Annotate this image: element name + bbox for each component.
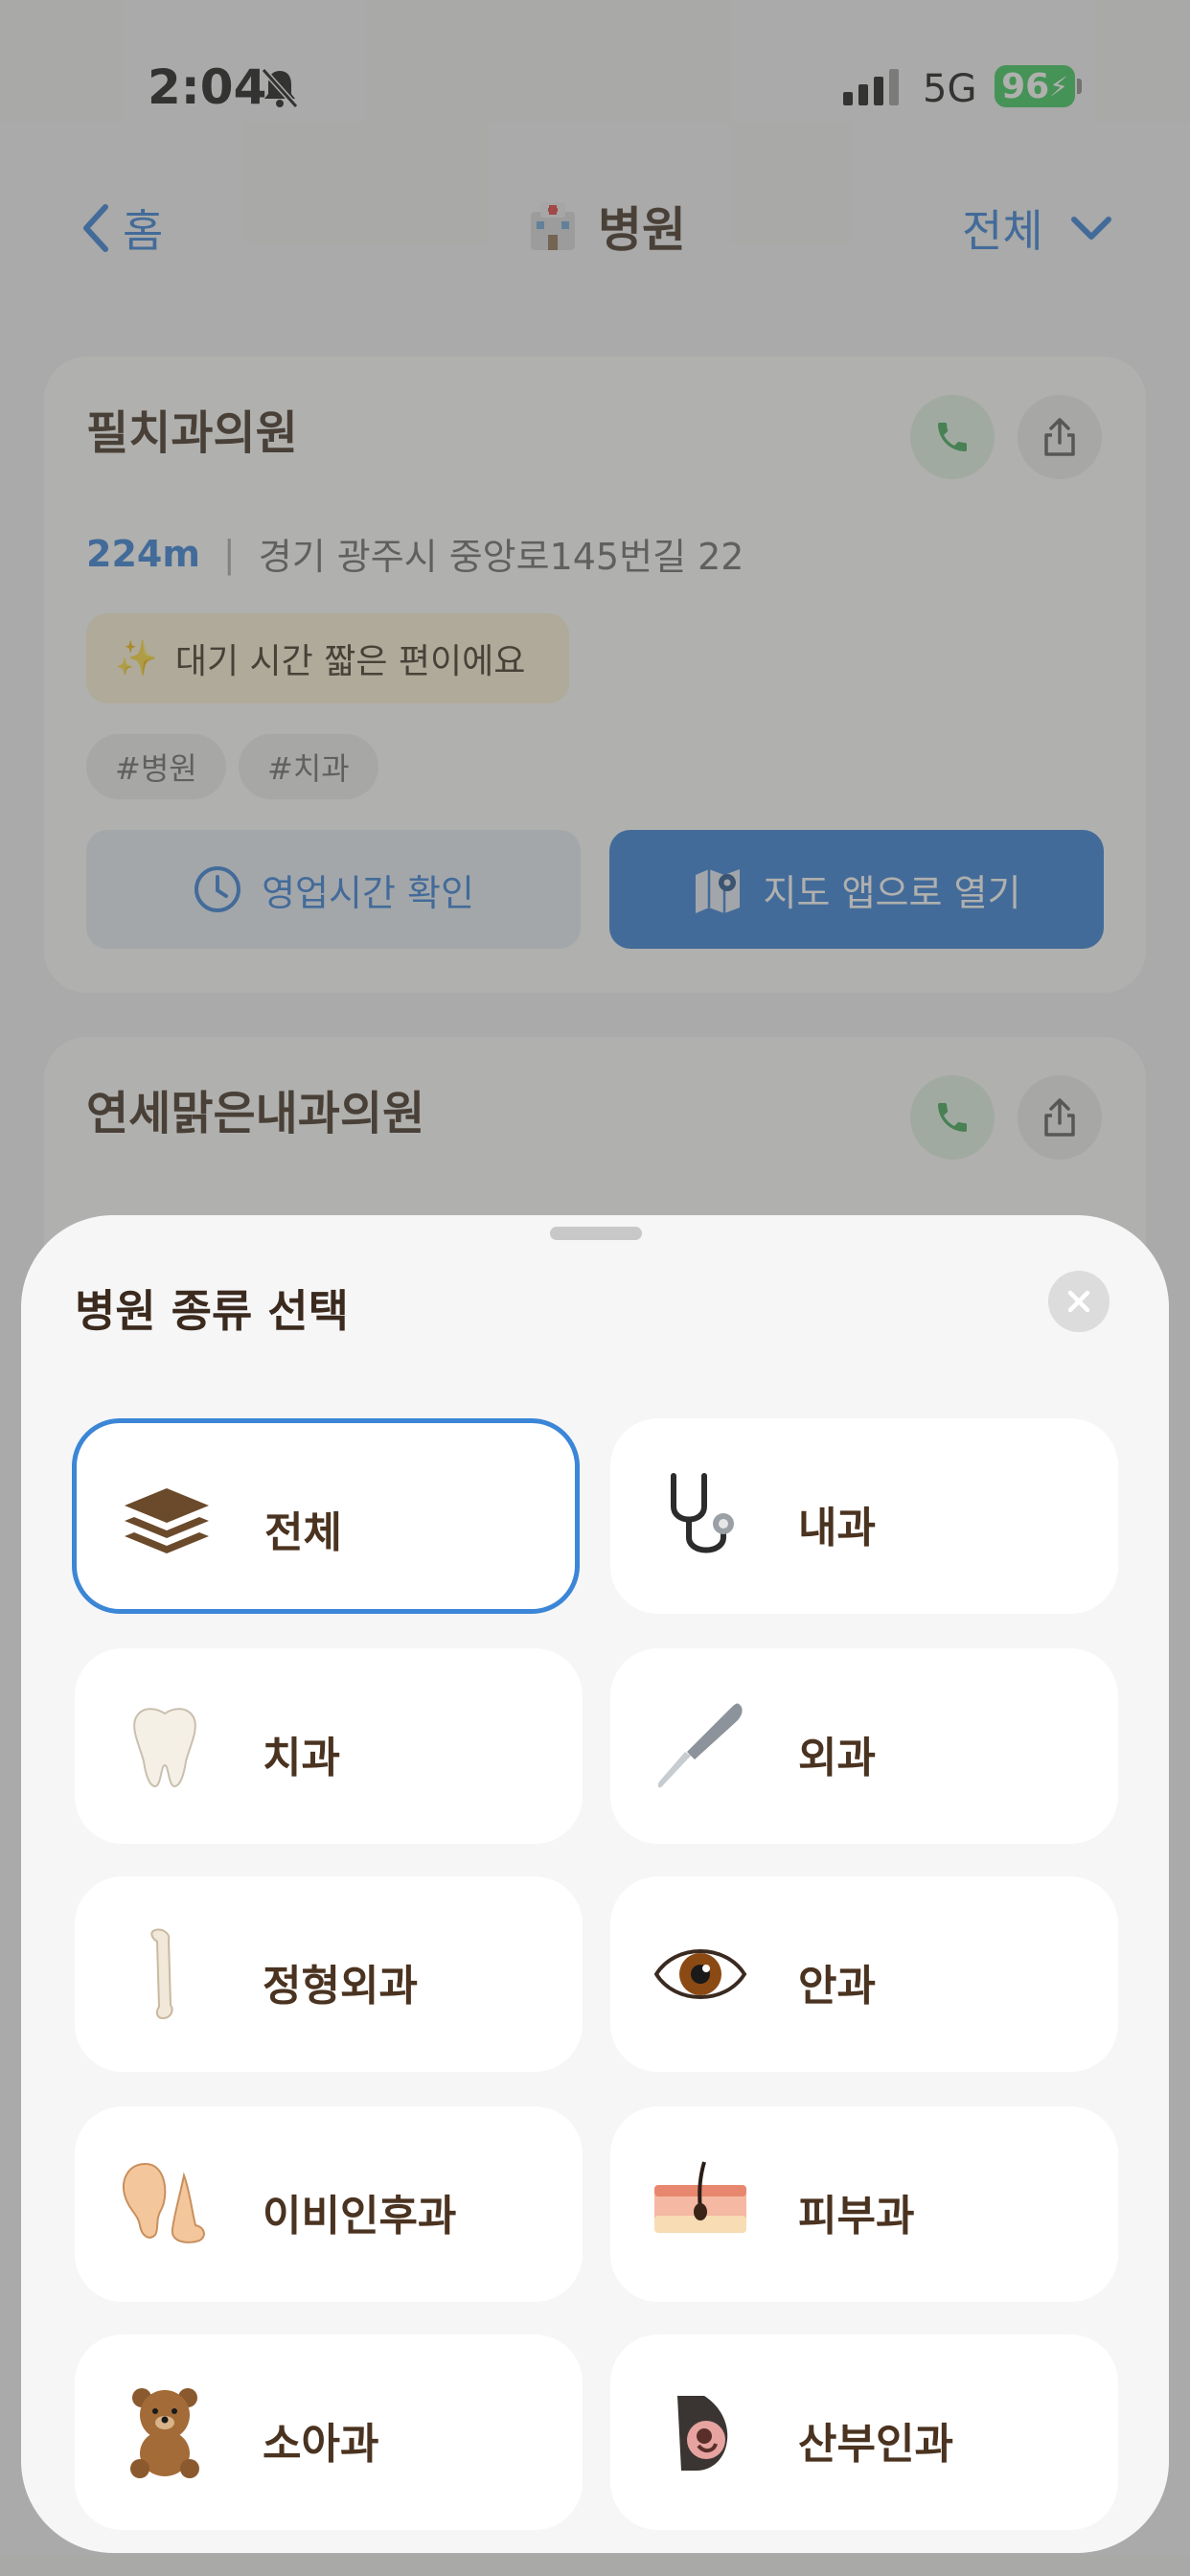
pregnancy-icon xyxy=(652,2384,748,2480)
bone-icon xyxy=(117,1926,213,2022)
category-obgyn[interactable]: 산부인과 xyxy=(610,2334,1118,2530)
stethoscope-icon xyxy=(652,1468,748,1564)
sheet-title: 병원 종류 선택 xyxy=(75,1285,349,1337)
category-label: 안과 xyxy=(798,1962,876,2011)
category-label: 치과 xyxy=(263,1734,340,1782)
category-label: 내과 xyxy=(798,1504,876,1552)
sheet-drag-handle[interactable] xyxy=(550,1227,642,1240)
teddy-bear-icon xyxy=(117,2384,213,2480)
close-icon xyxy=(1067,1290,1090,1313)
category-orthopedics[interactable]: 정형외과 xyxy=(75,1876,583,2072)
category-label: 이비인후과 xyxy=(263,2192,457,2241)
category-ent[interactable]: 이비인후과 xyxy=(75,2106,583,2302)
category-label: 소아과 xyxy=(263,2420,379,2469)
scalpel-icon xyxy=(652,1698,748,1794)
category-label: 전체 xyxy=(264,1508,342,1557)
category-label: 정형외과 xyxy=(263,1962,418,2011)
category-label: 외과 xyxy=(798,1734,876,1782)
close-button[interactable] xyxy=(1048,1271,1110,1332)
category-label: 피부과 xyxy=(798,2192,915,2241)
category-ophthalmology[interactable]: 안과 xyxy=(610,1876,1118,2072)
eye-icon xyxy=(652,1926,748,2022)
category-pediatrics[interactable]: 소아과 xyxy=(75,2334,583,2530)
ear-nose-icon xyxy=(117,2156,213,2252)
category-dental[interactable]: 치과 xyxy=(75,1648,583,1844)
category-internal-medicine[interactable]: 내과 xyxy=(610,1418,1118,1614)
category-label: 산부인과 xyxy=(798,2420,953,2469)
skin-icon xyxy=(652,2156,748,2252)
category-all[interactable]: 전체 xyxy=(72,1418,580,1614)
layers-icon xyxy=(119,1473,215,1569)
category-bottom-sheet: 병원 종류 선택 전체 내과 치과 외과 정형외과 안과 이비인후과 피부과 소… xyxy=(21,1215,1169,2553)
tooth-icon xyxy=(117,1698,213,1794)
category-dermatology[interactable]: 피부과 xyxy=(610,2106,1118,2302)
category-surgery[interactable]: 외과 xyxy=(610,1648,1118,1844)
